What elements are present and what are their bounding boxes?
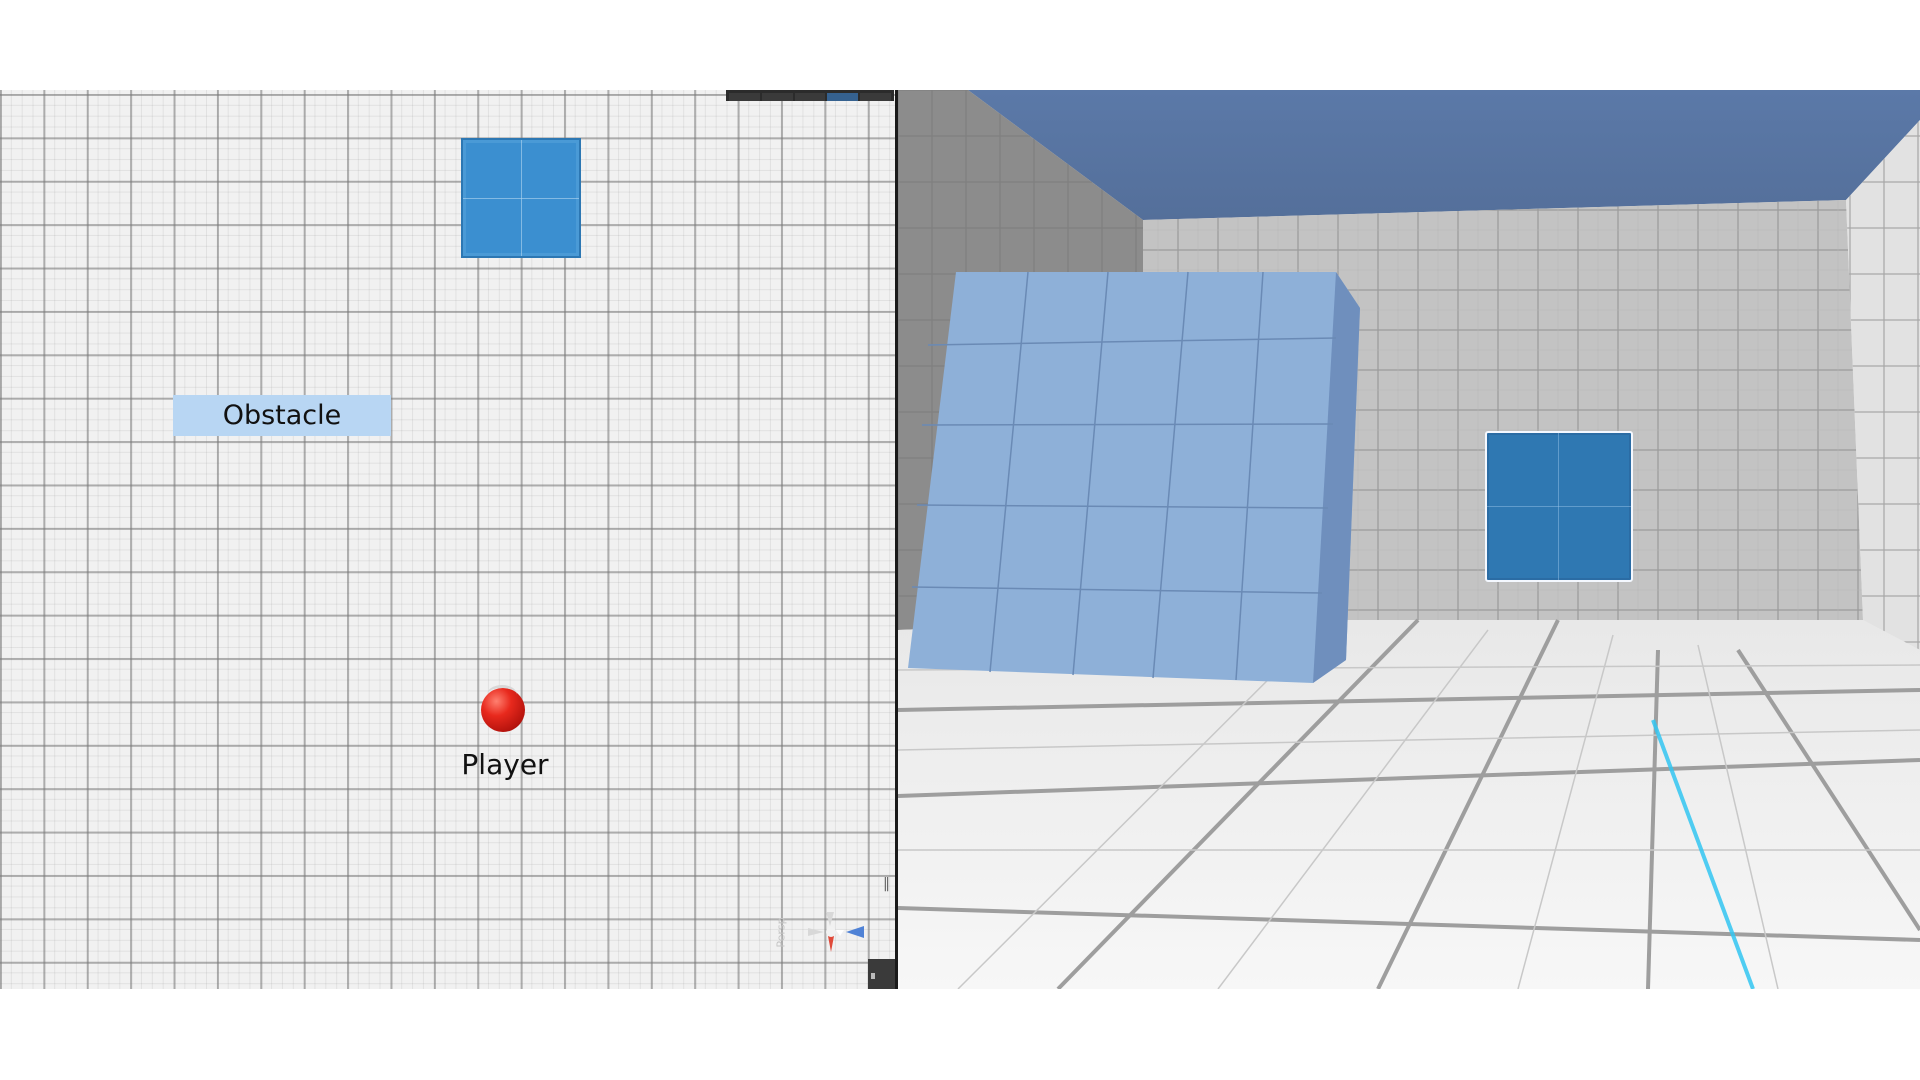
game-scene — [898, 90, 1920, 989]
toolbar-slot[interactable] — [860, 93, 891, 101]
obstacle-label[interactable]: Obstacle — [173, 395, 391, 436]
obstacle-cube[interactable] — [908, 271, 1360, 683]
resize-handle-icon[interactable]: ‖ — [883, 876, 890, 892]
toolbar-slot[interactable] — [761, 93, 793, 101]
corner-toggle[interactable] — [868, 959, 895, 989]
obstacle-label-text: Obstacle — [222, 400, 342, 431]
scene-view[interactable]: Obstacle Player Persp ‖ — [0, 90, 895, 989]
player-label: Player — [461, 748, 549, 781]
toolbar-slot[interactable] — [729, 93, 760, 101]
game-target-square[interactable] — [1485, 431, 1633, 582]
toolbar-slot-active[interactable] — [827, 93, 859, 101]
game-view[interactable] — [898, 90, 1920, 989]
player-sphere[interactable] — [481, 685, 525, 732]
axis-gizmo-icon[interactable] — [790, 902, 880, 972]
toolbar-slot[interactable] — [794, 93, 826, 101]
target-square[interactable] — [461, 138, 581, 258]
scene-toolbar[interactable] — [726, 90, 894, 101]
gizmo-persp-label: Persp — [774, 917, 788, 948]
